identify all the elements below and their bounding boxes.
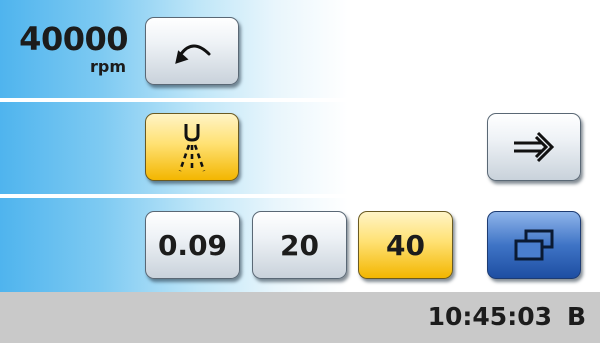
value-button-label: 40 — [386, 228, 425, 262]
value-button-label: 0.09 — [157, 228, 228, 262]
status-time: 10:45:03 — [427, 302, 552, 331]
status-bar: 10:45:03 B — [0, 292, 600, 343]
control-panel: 40000 rpm 0.09 20 40 10:45:03 B — [0, 0, 600, 343]
value-button-0-09[interactable]: 0.09 — [145, 211, 240, 279]
enter-button[interactable] — [487, 113, 581, 181]
overlapping-windows-icon — [510, 227, 558, 263]
back-button[interactable] — [145, 17, 239, 85]
speed-unit: rpm — [89, 57, 126, 76]
windows-button[interactable] — [487, 211, 581, 279]
row-divider — [0, 194, 600, 198]
rotate-back-arrow-icon — [167, 34, 217, 68]
arrow-into-bracket-icon — [508, 127, 560, 167]
value-button-20[interactable]: 20 — [252, 211, 347, 279]
status-mode: B — [566, 302, 586, 331]
value-button-40[interactable]: 40 — [358, 211, 453, 279]
row-divider — [0, 98, 600, 102]
spray-nozzle-icon — [172, 121, 212, 173]
value-button-label: 20 — [280, 228, 319, 262]
speed-value: 40000 — [19, 20, 128, 58]
spray-button[interactable] — [145, 113, 239, 181]
